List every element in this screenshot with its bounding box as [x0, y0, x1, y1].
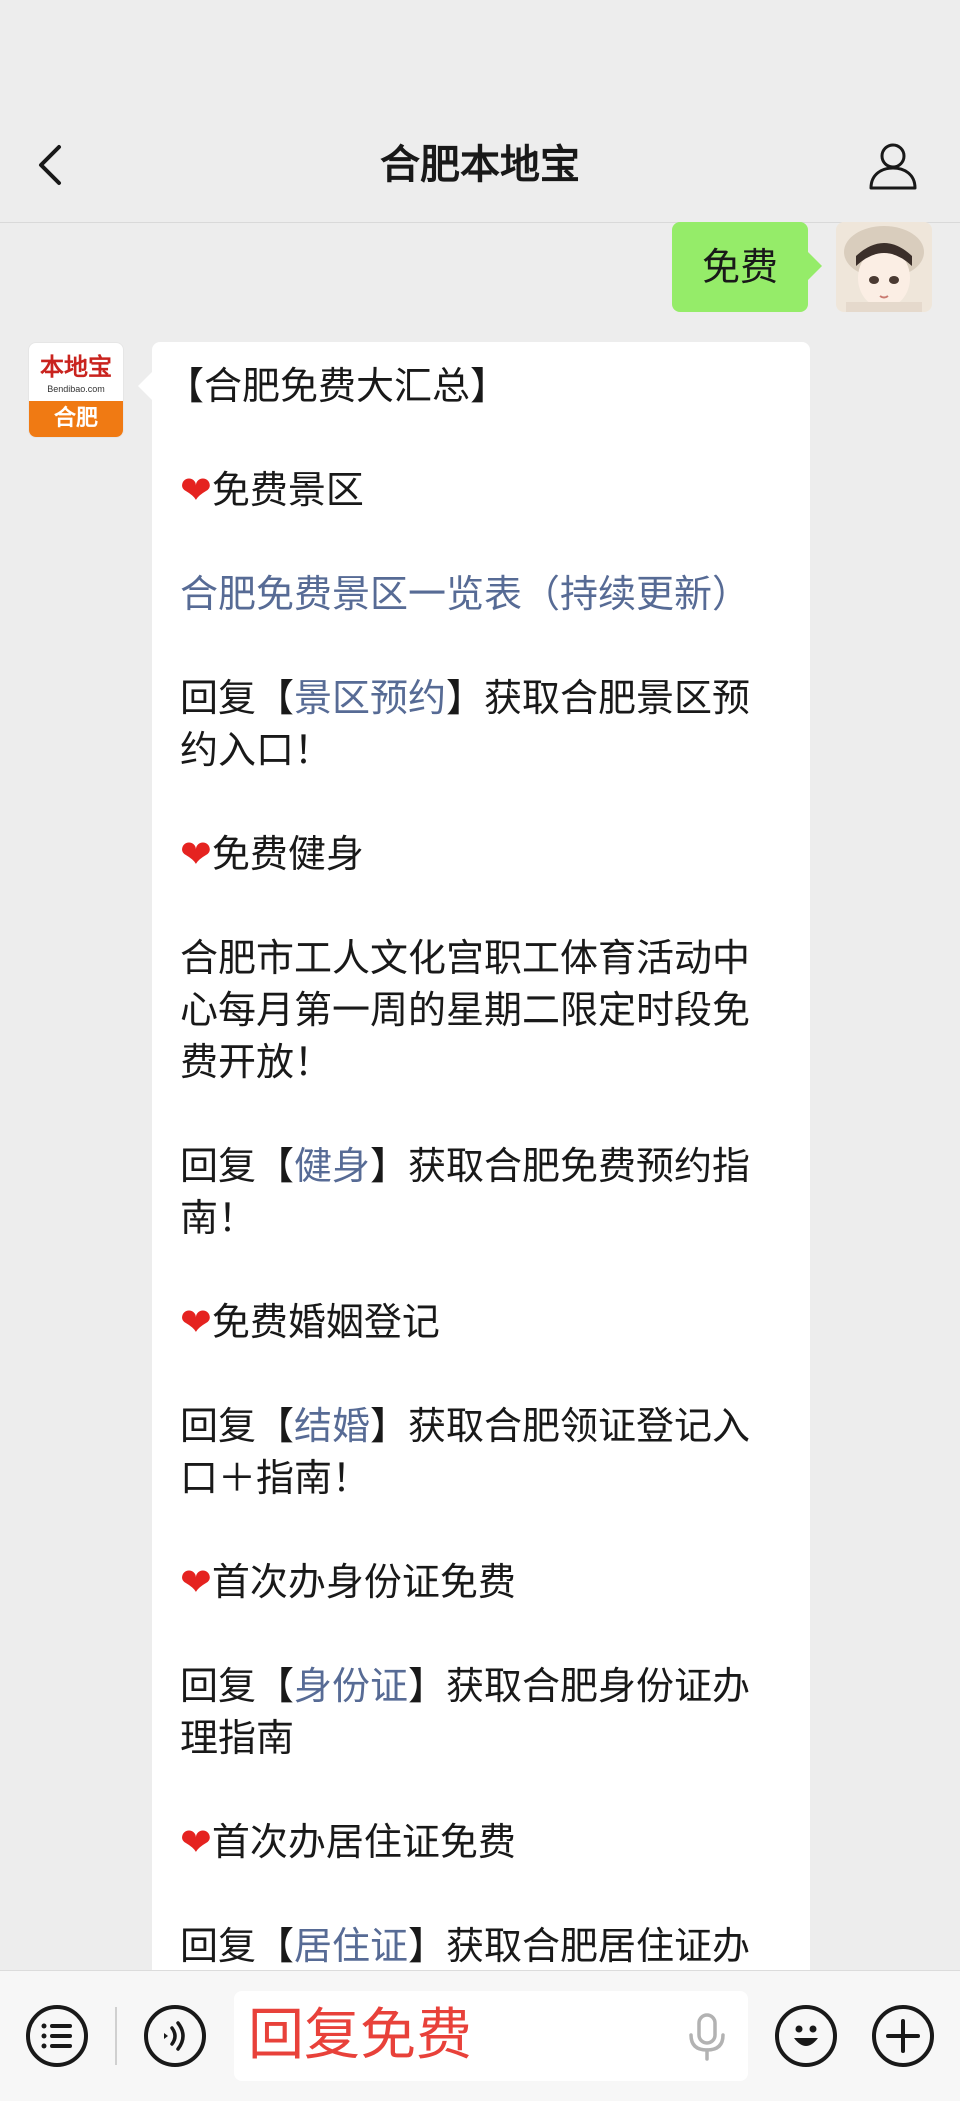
navigation-bar: 合肥本地宝 — [0, 0, 960, 223]
keyword-reply-line: 回复【结婚】获取合肥领证登记入口＋指南！ — [180, 1400, 786, 1504]
microphone-icon[interactable] — [684, 2013, 730, 2061]
chat-area[interactable]: 免费 本地宝 Bendibao.com 合肥 【合肥免费大汇总】 ❤免费景区 合肥免… — [0, 222, 960, 1970]
bot-message-bubble[interactable]: 【合肥免费大汇总】 ❤免费景区 合肥免费景区一览表（持续更新） 回复【景区预约】获取合… — [138, 342, 810, 1970]
logo-url: Bendibao.com — [47, 384, 105, 394]
reply-prefix: 回复【 — [180, 1144, 295, 1188]
heart-icon: ❤ — [180, 832, 212, 876]
logo-city-label: 合肥 — [29, 401, 123, 437]
reply-prefix: 回复【 — [180, 1924, 295, 1968]
emoji-icon — [794, 2025, 818, 2046]
message-input[interactable]: 回复免费 — [234, 1991, 748, 2081]
voice-button[interactable] — [144, 2005, 206, 2067]
section-heading-text: 免费景区 — [211, 468, 364, 512]
section-heading: ❤免费健身 — [180, 828, 786, 880]
keyword-reply-line: 回复【身份证】获取合肥身份证办理指南 — [180, 1660, 786, 1764]
user-avatar-image — [836, 222, 932, 312]
section-heading-text: 首次办居住证免费 — [211, 1820, 516, 1864]
bot-avatar[interactable]: 本地宝 Bendibao.com 合肥 — [28, 342, 124, 438]
message-input-text: 回复免费 — [248, 2003, 472, 2068]
heart-icon: ❤ — [180, 1820, 212, 1864]
menu-button[interactable] — [26, 2005, 88, 2067]
person-icon — [869, 143, 917, 190]
toolbar-divider — [115, 2007, 117, 2065]
keyword-link[interactable]: 景区预约 — [294, 676, 446, 720]
section-heading: ❤首次办居住证免费 — [180, 1816, 786, 1868]
reply-prefix: 回复【 — [180, 1404, 295, 1448]
keyword-reply-line: 回复【居住证】获取合肥居住证办理指南 — [180, 1920, 786, 1970]
heart-icon: ❤ — [180, 1560, 212, 1604]
section-heading-text: 免费婚姻登记 — [211, 1300, 440, 1344]
keyword-reply-line: 回复【健身】获取合肥免费预约指南！ — [180, 1140, 786, 1244]
logo-text: 本地宝 — [40, 353, 112, 381]
section-heading: ❤免费景区 — [180, 464, 786, 516]
heart-icon: ❤ — [180, 468, 212, 512]
keyword-link[interactable]: 身份证 — [294, 1664, 408, 1708]
voice-icon — [164, 2021, 185, 2051]
section-heading: ❤首次办身份证免费 — [180, 1556, 786, 1608]
section-heading-text: 免费健身 — [211, 832, 364, 876]
reply-title-text: 【合肥免费大汇总】 — [166, 364, 509, 408]
input-toolbar: 回复免费 — [0, 1970, 960, 2101]
section-heading: ❤免费婚姻登记 — [180, 1296, 786, 1348]
reply-paragraph: 合肥市工人文化宫职工体育活动中心每月第一周的星期二限定时段免费开放！ — [180, 932, 786, 1088]
user-avatar[interactable] — [836, 222, 932, 312]
reply-paragraph-text: 合肥市工人文化宫职工体育活动中心每月第一周的星期二限定时段免费开放！ — [180, 936, 751, 1084]
emoji-button[interactable] — [775, 2005, 837, 2067]
heart-icon: ❤ — [180, 1300, 212, 1344]
user-message-bubble[interactable]: 免费 — [671, 222, 823, 312]
reply-prefix: 回复【 — [180, 676, 295, 720]
plus-button[interactable] — [872, 2005, 934, 2067]
keyword-link[interactable]: 居住证 — [294, 1924, 408, 1968]
reply-title: 【合肥免费大汇总】 — [166, 360, 786, 412]
keyword-reply-line: 回复【景区预约】获取合肥景区预约入口！ — [180, 672, 786, 776]
article-link-line: 合肥免费景区一览表（持续更新） — [180, 568, 786, 620]
page-title: 合肥本地宝 — [380, 142, 580, 188]
article-link[interactable]: 合肥免费景区一览表（持续更新） — [180, 572, 750, 616]
plus-icon — [886, 2019, 920, 2053]
menu-list-icon — [41, 2023, 72, 2049]
profile-button[interactable] — [862, 134, 924, 196]
section-heading-text: 首次办身份证免费 — [211, 1560, 516, 1604]
keyword-link[interactable]: 健身 — [294, 1144, 370, 1188]
reply-prefix: 回复【 — [180, 1664, 295, 1708]
keyword-link[interactable]: 结婚 — [294, 1404, 370, 1448]
